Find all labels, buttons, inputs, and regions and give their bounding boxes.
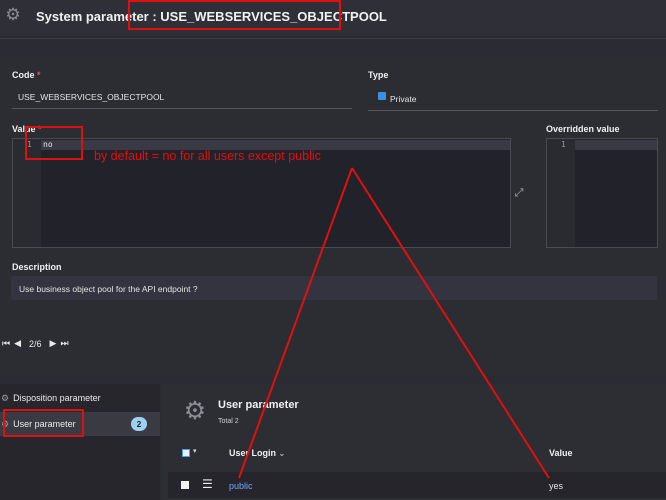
annotation-lines (238, 167, 550, 479)
annotation-line-right (351, 167, 550, 479)
annotation-line-left (238, 167, 353, 479)
